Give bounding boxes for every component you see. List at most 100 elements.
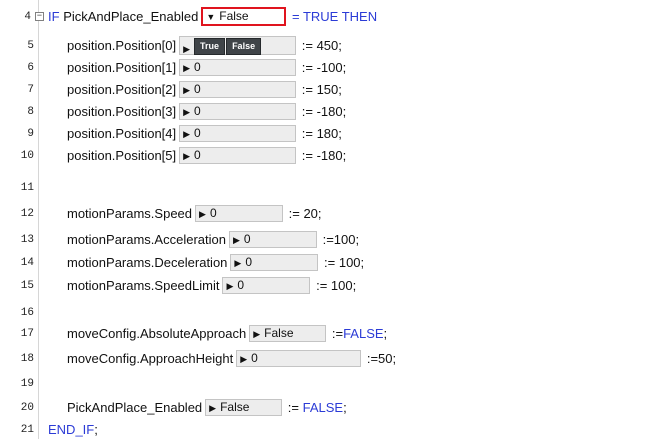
code-text: position.Position[3] ▶ 0 := -180; xyxy=(67,101,346,123)
line-number: 10 xyxy=(20,150,34,162)
expand-arrow-icon: ▶ xyxy=(183,151,191,162)
variable-name: position.Position[1] xyxy=(67,60,177,75)
code-line: 18 moveConfig.ApproachHeight ▶ 0 :=50; xyxy=(0,348,671,370)
code-line: 21 END_IF; xyxy=(0,419,671,441)
live-value: False xyxy=(220,400,250,415)
line-number: 19 xyxy=(20,378,34,390)
live-value-box[interactable]: ▶ 0 xyxy=(179,147,297,165)
code-suffix: := 100; xyxy=(324,255,365,270)
keyword-end-if: END_IF xyxy=(48,422,95,437)
assign-operator: := xyxy=(331,326,344,341)
semicolon: ; xyxy=(343,400,347,415)
variable-name: position.Position[4] xyxy=(67,126,177,141)
dropdown-arrow-icon: ▼ xyxy=(206,12,216,23)
code-suffix: := 180; xyxy=(301,126,342,141)
live-value-box[interactable]: ▶ False xyxy=(249,325,327,343)
code-line: 7 position.Position[2] ▶ 0 := 150; xyxy=(0,79,671,101)
line-number: 15 xyxy=(20,280,34,292)
line-number: 7 xyxy=(27,84,34,96)
code-suffix: := 150; xyxy=(301,82,342,97)
live-value-box[interactable]: ▼ False xyxy=(201,7,287,27)
live-value-box[interactable]: ▶ 0 xyxy=(179,81,297,99)
live-value: False xyxy=(264,326,294,341)
semicolon: ; xyxy=(383,326,388,341)
write-value-box[interactable]: ▶ True False xyxy=(179,36,297,56)
expand-arrow-icon: ▶ xyxy=(199,209,206,220)
set-false-button[interactable]: False xyxy=(226,38,262,56)
code-suffix: :=50; xyxy=(366,351,397,366)
keyword-if: IF xyxy=(48,9,60,24)
variable-name: motionParams.SpeedLimit xyxy=(67,278,220,293)
code-text: motionParams.SpeedLimit ▶ 0 := 100; xyxy=(67,275,356,297)
code-line: 4 − IF PickAndPlace_Enabled ▼ False = TRUE… xyxy=(0,6,671,28)
expand-arrow-icon: ▶ xyxy=(209,403,217,414)
line-number: 13 xyxy=(20,234,34,246)
expand-arrow-icon: ▶ xyxy=(183,129,191,140)
line-number: 12 xyxy=(20,208,34,220)
code-line: 12 motionParams.Speed ▶ 0 := 20; xyxy=(0,203,671,225)
line-number: 8 xyxy=(27,106,34,118)
code-text: motionParams.Speed ▶ 0 := 20; xyxy=(67,203,322,225)
line-number: 21 xyxy=(20,424,34,436)
live-value: 0 xyxy=(194,148,201,163)
variable-name: moveConfig.AbsoluteApproach xyxy=(67,326,247,341)
line-number: 16 xyxy=(20,307,34,319)
code-line: 11 xyxy=(0,177,671,199)
variable-name: PickAndPlace_Enabled xyxy=(63,9,199,24)
code-suffix: := 100; xyxy=(316,278,357,293)
code-text: position.Position[1] ▶ 0 := -100; xyxy=(67,57,346,79)
live-value-box[interactable]: ▶ 0 xyxy=(179,125,297,143)
live-value-box[interactable]: ▶ 0 xyxy=(228,231,317,249)
code-suffix: = TRUE THEN xyxy=(291,9,378,24)
live-value: 0 xyxy=(243,232,251,247)
live-value-box[interactable]: ▶ 0 xyxy=(230,254,319,272)
variable-name: PickAndPlace_Enabled xyxy=(67,400,203,415)
live-value-box[interactable]: ▶ False xyxy=(205,399,283,417)
live-value-box[interactable]: ▶ 0 xyxy=(222,277,311,295)
line-number: 9 xyxy=(27,128,34,140)
expand-arrow-icon: ▶ xyxy=(226,281,234,292)
variable-name: moveConfig.ApproachHeight xyxy=(67,351,234,366)
expand-arrow-icon: ▶ xyxy=(183,107,191,118)
live-value: 0 xyxy=(251,351,258,366)
code-line: 14 motionParams.Deceleration ▶ 0 := 100; xyxy=(0,252,671,274)
live-value: False xyxy=(219,9,249,24)
live-value: 0 xyxy=(245,255,253,270)
variable-name: motionParams.Speed xyxy=(67,206,193,221)
expand-arrow-icon: ▶ xyxy=(232,235,240,246)
fold-collapse-icon[interactable]: − xyxy=(35,12,44,21)
code-text: PickAndPlace_Enabled ▶ False := FALSE; xyxy=(67,397,347,419)
code-text: IF PickAndPlace_Enabled ▼ False = TRUE THE… xyxy=(48,6,377,28)
code-text: position.Position[0] ▶ True False := 450; xyxy=(67,35,342,57)
code-line: 8 position.Position[3] ▶ 0 := -180; xyxy=(0,101,671,123)
live-value: 0 xyxy=(237,278,245,293)
live-value-box[interactable]: ▶ 0 xyxy=(236,350,362,368)
variable-name: motionParams.Acceleration xyxy=(67,232,226,247)
live-value: 0 xyxy=(209,206,217,221)
live-value-box[interactable]: ▶ 0 xyxy=(179,103,297,121)
keyword-false: FALSE xyxy=(343,326,384,341)
expand-arrow-icon: ▶ xyxy=(183,63,191,74)
live-value-box[interactable]: ▶ 0 xyxy=(179,59,297,77)
code-editor[interactable]: 4 − IF PickAndPlace_Enabled ▼ False = TRUE… xyxy=(0,0,671,439)
live-value: 0 xyxy=(194,82,201,97)
line-number: 4 xyxy=(24,11,31,23)
variable-name: motionParams.Deceleration xyxy=(67,255,228,270)
code-line: 9 position.Position[4] ▶ 0 := 180; xyxy=(0,123,671,145)
set-true-button[interactable]: True xyxy=(194,38,226,56)
variable-name: position.Position[0] xyxy=(67,38,177,53)
line-number: 20 xyxy=(20,402,34,414)
live-value: 0 xyxy=(194,126,201,141)
variable-name: position.Position[3] xyxy=(67,104,177,119)
code-line: 20 PickAndPlace_Enabled ▶ False := FALSE; xyxy=(0,397,671,419)
code-line: 13 motionParams.Acceleration ▶ 0 :=100; xyxy=(0,229,671,251)
code-suffix: := -180; xyxy=(301,104,347,119)
expand-arrow-icon: ▶ xyxy=(253,329,261,340)
live-value-box[interactable]: ▶ 0 xyxy=(195,205,284,223)
variable-name: position.Position[5] xyxy=(67,148,177,163)
code-text: motionParams.Acceleration ▶ 0 :=100; xyxy=(67,229,359,251)
code-suffix: := -100; xyxy=(301,60,347,75)
line-number: 14 xyxy=(20,257,34,269)
expand-arrow-icon: ▶ xyxy=(183,85,191,96)
code-text: position.Position[5] ▶ 0 := -180; xyxy=(67,145,346,167)
